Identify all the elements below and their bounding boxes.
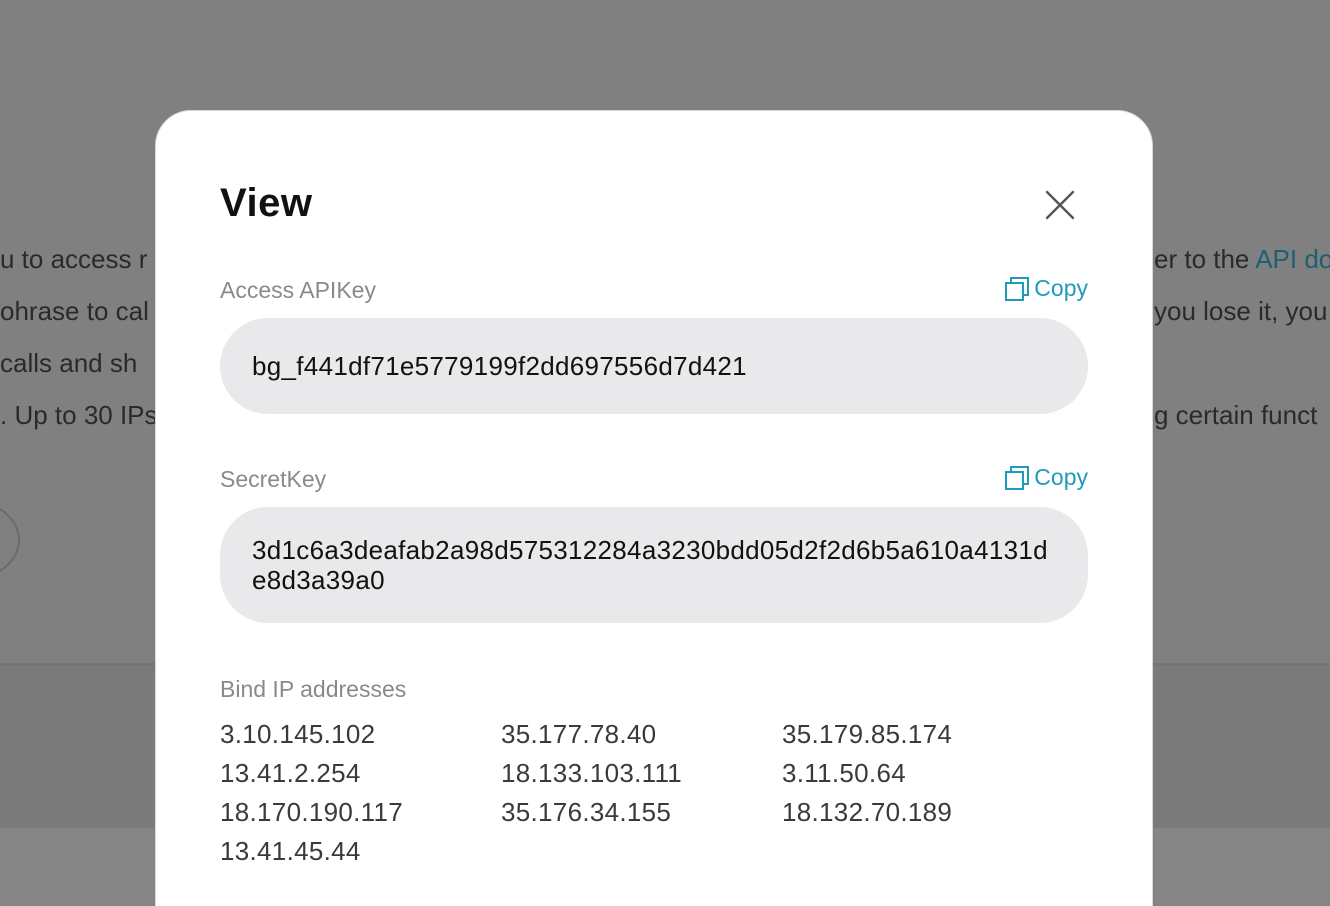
ip-address: 18.133.103.111 (501, 758, 683, 788)
api-key-label: Access APIKey (220, 277, 376, 303)
background-text-line: you lose it, you (1154, 296, 1328, 326)
ip-address: 35.176.34.155 (501, 797, 672, 827)
background-text-line: calls and sh (0, 348, 138, 378)
ip-address: 18.170.190.117 (220, 797, 404, 827)
background-button (0, 500, 20, 580)
copy-icon (1004, 276, 1030, 302)
modal-title: View (220, 181, 313, 225)
api-key-field[interactable]: bg_f441df71e5779199f2dd697556d7d421 (220, 318, 1088, 414)
background-text-line: u to access r (0, 244, 148, 274)
copy-icon (1004, 465, 1030, 491)
secret-key-label: SecretKey (220, 466, 327, 492)
copy-secret-key-button[interactable]: Copy (1004, 464, 1088, 491)
ip-address: 35.177.78.40 (501, 719, 657, 749)
secret-key-value: 3d1c6a3deafab2a98d575312284a3230bdd05d2f… (252, 535, 1048, 595)
background-text-line: er to the API do (1154, 244, 1330, 275)
ip-address: 18.132.70.189 (782, 797, 953, 827)
background-text: er to the (1154, 244, 1256, 274)
ip-address: 35.179.85.174 (782, 719, 953, 749)
view-modal: View Access APIKey Copy bg_f441df71e5779… (155, 110, 1153, 906)
close-button[interactable] (1042, 187, 1078, 223)
copy-secret-key-label: Copy (1034, 464, 1088, 490)
ip-address: 13.41.2.254 (220, 758, 361, 788)
api-key-value: bg_f441df71e5779199f2dd697556d7d421 (252, 351, 747, 381)
close-icon (1045, 190, 1075, 220)
ip-address: 13.41.45.44 (220, 836, 361, 866)
copy-api-key-label: Copy (1034, 275, 1088, 301)
ip-address: 3.11.50.64 (782, 758, 906, 788)
secret-key-field[interactable]: 3d1c6a3deafab2a98d575312284a3230bdd05d2f… (220, 507, 1088, 623)
background-text-line: g certain funct (1154, 400, 1318, 430)
background-text-line: . Up to 30 IPs (0, 400, 158, 430)
background-api-doc-link: API do (1255, 244, 1330, 274)
ip-address-list: 3.10.145.102 35.177.78.40 35.179.85.174 … (220, 719, 1088, 866)
copy-api-key-button[interactable]: Copy (1004, 275, 1088, 302)
bind-ip-label: Bind IP addresses (220, 676, 407, 702)
page: u to access r ohrase to cal calls and sh… (0, 0, 1330, 906)
background-text-line: ohrase to cal (0, 296, 149, 326)
ip-address: 3.10.145.102 (220, 719, 376, 749)
